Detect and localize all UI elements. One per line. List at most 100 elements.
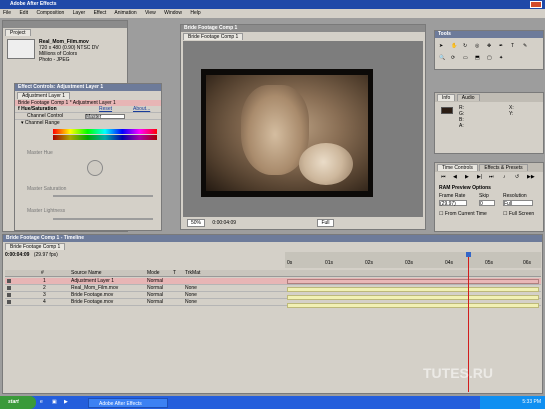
orbit-tool-icon[interactable]: ⟳ bbox=[451, 55, 455, 61]
layer-name[interactable]: Adjustment Layer 1 bbox=[71, 278, 114, 285]
menu-help[interactable]: Help bbox=[190, 10, 200, 16]
time-controls-tab[interactable]: Time Controls bbox=[437, 164, 478, 171]
play-icon[interactable]: ▶ bbox=[465, 174, 469, 180]
skip-input[interactable]: 0 bbox=[479, 200, 495, 207]
eye-icon[interactable] bbox=[7, 292, 11, 297]
effects-presets-tab[interactable]: Effects & Presets bbox=[479, 164, 528, 171]
from-current-time-checkbox[interactable]: ☐ From Current Time bbox=[439, 211, 487, 217]
layer-trkmat[interactable]: None bbox=[185, 299, 197, 306]
puppet-tool-icon[interactable]: ✦ bbox=[499, 55, 503, 61]
effect-about-link[interactable]: About... bbox=[133, 106, 150, 113]
ram-preview-icon[interactable]: ▶▶ bbox=[527, 174, 535, 180]
layer-name[interactable]: Bride Footage.mov bbox=[71, 292, 113, 299]
channel-control-label: Channel Control bbox=[27, 113, 64, 119]
layer-mode[interactable]: Normal bbox=[147, 292, 163, 299]
menu-animation[interactable]: Animation bbox=[114, 10, 136, 16]
comp-tab[interactable]: Bride Footage Comp 1 bbox=[183, 33, 244, 40]
eye-icon[interactable] bbox=[7, 278, 11, 283]
browser-quicklaunch-icon[interactable]: e bbox=[40, 399, 43, 405]
menu-composition[interactable]: Composition bbox=[36, 10, 64, 16]
layer-name[interactable]: Bride Footage.mov bbox=[71, 299, 113, 306]
project-tab[interactable]: Project bbox=[5, 29, 31, 36]
layer-number: 3 bbox=[43, 292, 46, 298]
media-quicklaunch-icon[interactable]: ▶ bbox=[64, 399, 68, 405]
effect-name[interactable]: Hue/Saturation bbox=[21, 106, 57, 112]
layer-trkmat[interactable]: None bbox=[185, 285, 197, 292]
layer-mode[interactable]: Normal bbox=[147, 285, 163, 292]
desktop-quicklaunch-icon[interactable]: ▣ bbox=[52, 399, 57, 405]
taskbar-task-after-effects[interactable]: Adobe After Effects bbox=[88, 398, 168, 408]
col-number: # bbox=[41, 270, 44, 276]
next-frame-icon[interactable]: ▶| bbox=[477, 174, 482, 180]
system-tray: 5:33 PM bbox=[480, 396, 545, 409]
layer-number: 2 bbox=[43, 285, 46, 291]
layer-trkmat[interactable]: None bbox=[185, 292, 197, 299]
eye-icon[interactable] bbox=[7, 285, 11, 290]
effect-controls-tab[interactable]: Adjustment Layer 1 bbox=[17, 92, 71, 99]
menu-layer[interactable]: Layer bbox=[73, 10, 86, 16]
zoom-tool-icon[interactable]: 🔍 bbox=[439, 55, 445, 61]
layer-bar-3[interactable] bbox=[287, 295, 539, 300]
layer-mode[interactable]: Normal bbox=[147, 278, 163, 285]
pen-tool-icon[interactable]: ✒ bbox=[499, 43, 503, 49]
channel-range-label: Channel Range bbox=[24, 120, 60, 126]
comp-resolution[interactable]: Full bbox=[317, 219, 334, 227]
master-saturation-label: Master Saturation bbox=[27, 186, 67, 192]
stamp-tool-icon[interactable]: ⬒ bbox=[475, 55, 480, 61]
selection-tool-icon[interactable]: ➤ bbox=[439, 43, 443, 49]
layer-bar-2[interactable] bbox=[287, 287, 539, 292]
loop-icon[interactable]: ↺ bbox=[515, 174, 519, 180]
zoom-select[interactable]: 50% bbox=[187, 219, 206, 227]
tool-grid: ➤ ✋ ↻ ◎ ✥ ✒ T ✎ 🔍 ⟳ ▭ ⬒ ▢ ✦ bbox=[439, 43, 539, 67]
text-tool-icon[interactable]: T bbox=[511, 43, 514, 49]
close-icon[interactable] bbox=[530, 1, 542, 8]
effect-reset-link[interactable]: Reset bbox=[99, 106, 112, 113]
frame-rate-select[interactable]: (29.97) bbox=[439, 200, 467, 207]
camera-tool-icon[interactable]: ◎ bbox=[475, 43, 479, 49]
full-screen-label: Full Screen bbox=[508, 211, 535, 217]
eraser-tool-icon[interactable]: ▢ bbox=[487, 55, 492, 61]
eye-icon[interactable] bbox=[7, 299, 11, 304]
fx-icon[interactable]: f bbox=[18, 106, 20, 112]
menu-file[interactable]: File bbox=[3, 10, 11, 16]
menu-view[interactable]: View bbox=[145, 10, 156, 16]
saturation-slider[interactable] bbox=[53, 195, 153, 197]
layer-bar-1[interactable] bbox=[287, 279, 539, 284]
resolution-select[interactable]: Full bbox=[503, 200, 533, 207]
menu-edit[interactable]: Edit bbox=[19, 10, 28, 16]
audio-tab[interactable]: Audio bbox=[456, 94, 480, 101]
prev-frame-icon[interactable]: ◀ bbox=[453, 174, 457, 180]
menubar: File Edit Composition Layer Effect Anima… bbox=[0, 9, 545, 18]
comp-timecode[interactable]: 0:00:04:09 bbox=[212, 220, 236, 226]
channel-control-select[interactable]: Master bbox=[85, 114, 125, 120]
triangle-down-icon[interactable]: ▾ bbox=[21, 120, 24, 126]
resolution-label: Resolution bbox=[503, 193, 527, 199]
flowers-shape bbox=[299, 143, 353, 185]
timeline-tab[interactable]: Bride Footage Comp 1 bbox=[5, 243, 66, 250]
hand-tool-icon[interactable]: ✋ bbox=[451, 43, 457, 49]
start-button[interactable]: start bbox=[0, 396, 36, 409]
audio-icon[interactable]: ♪ bbox=[503, 174, 506, 180]
layer-bar-4[interactable] bbox=[287, 303, 539, 308]
menu-effect[interactable]: Effect bbox=[94, 10, 107, 16]
time-ruler[interactable]: 0s 01s 02s 03s 04s 05s 06s bbox=[285, 252, 541, 268]
rect-mask-tool-icon[interactable]: ▭ bbox=[463, 55, 468, 61]
rotate-tool-icon[interactable]: ↻ bbox=[463, 43, 467, 49]
lightness-slider[interactable] bbox=[53, 218, 153, 220]
timeline-timecode[interactable]: 0:00:04:09 bbox=[5, 252, 29, 258]
channel-range-row: ▾ Channel Range bbox=[15, 120, 161, 126]
layer-name[interactable]: Real_Mom_Film.mov bbox=[71, 285, 118, 292]
hue-gradient-bottom[interactable] bbox=[53, 135, 157, 140]
last-frame-icon[interactable]: ⏭ bbox=[489, 174, 494, 180]
menu-window[interactable]: Window bbox=[164, 10, 182, 16]
playhead-handle[interactable] bbox=[466, 252, 471, 257]
pan-behind-tool-icon[interactable]: ✥ bbox=[487, 43, 491, 49]
hue-dial[interactable] bbox=[87, 160, 103, 176]
first-frame-icon[interactable]: ⏮ bbox=[441, 174, 446, 180]
full-screen-checkbox[interactable]: ☐ Full Screen bbox=[503, 211, 534, 217]
ruler-tick-3: 03s bbox=[405, 260, 414, 266]
layer-mode[interactable]: Normal bbox=[147, 299, 163, 306]
brush-tool-icon[interactable]: ✎ bbox=[523, 43, 527, 49]
info-tab[interactable]: Info bbox=[437, 94, 456, 101]
master-hue-label: Master Hue bbox=[27, 150, 53, 156]
